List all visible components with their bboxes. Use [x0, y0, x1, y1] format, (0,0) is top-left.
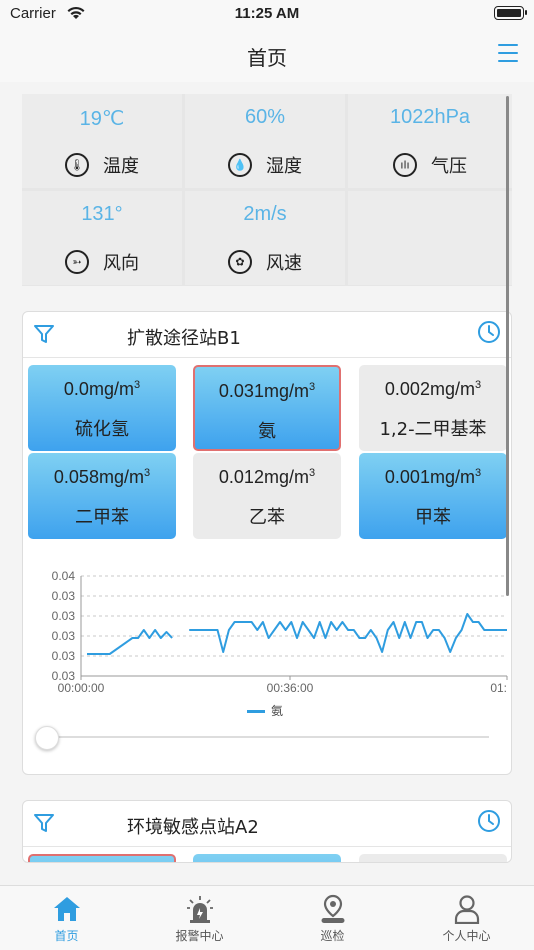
- wind-speed-label: 风速: [266, 253, 302, 274]
- station-card-header: 环境敏感点站A2: [23, 801, 511, 847]
- temperature-label: 温度: [103, 156, 139, 177]
- clock-time: 11:25 AM: [234, 5, 300, 22]
- reading-name: 二甲苯: [75, 507, 129, 528]
- tab-profile[interactable]: 个人中心: [400, 886, 533, 950]
- weather-humidity: 60% 💧 湿度: [185, 94, 345, 188]
- reading-value: 0.0mg/m: [63, 379, 134, 399]
- reading-name: 乙苯: [249, 507, 285, 528]
- clock-icon[interactable]: [477, 320, 501, 344]
- station-card-a2: 环境敏感点站A2: [22, 800, 512, 863]
- hamburger-menu-icon[interactable]: [498, 44, 518, 62]
- wind-direction-value: 131°: [81, 203, 123, 225]
- tab-label: 报警中心: [175, 929, 224, 943]
- reading-tile-ammonia[interactable]: 0.031mg/m3 氨: [193, 365, 341, 451]
- station-name: 环境敏感点站A2: [127, 817, 259, 838]
- temperature-value: 19℃: [79, 108, 125, 130]
- reading-name: 1,2-二甲基苯: [379, 419, 487, 440]
- status-bar: Carrier 11:25 AM: [0, 0, 534, 28]
- battery-icon: [494, 6, 527, 20]
- wind-direction-icon: ➳: [65, 250, 89, 274]
- y-tick-label: 0.03: [52, 589, 76, 603]
- tab-label: 首页: [54, 929, 79, 943]
- wind-speed-value: 2m/s: [243, 203, 287, 225]
- weather-wind-direction: 131° ➳ 风向: [22, 191, 182, 285]
- reading-value: 0.058mg/m: [53, 467, 144, 487]
- humidity-label: 湿度: [266, 156, 302, 177]
- weather-temperature: 19℃ 🌡 温度: [22, 94, 182, 188]
- reading-tile-dimethylbenzene[interactable]: 0.002mg/m3 1,2-二甲基苯: [359, 365, 507, 451]
- reading-value: 0.012mg/m: [218, 467, 309, 487]
- x-tick-label: 00:36:00: [267, 681, 314, 695]
- reading-tile-partial[interactable]: [28, 854, 176, 862]
- reading-value: 0.002mg/m: [384, 379, 475, 399]
- page-title: 首页: [247, 46, 287, 70]
- nav-bar: 首页: [0, 28, 534, 82]
- wind-direction-label: 风向: [103, 253, 139, 274]
- weather-panel: 19℃ 🌡 温度 60% 💧 湿度 1022hPa ılı 气压 131° ➳ 风向 2…: [22, 94, 512, 286]
- droplet-icon: 💧: [228, 153, 252, 177]
- y-tick-label: 0.03: [52, 649, 76, 663]
- station-card-header: 扩散途径站B1: [23, 312, 511, 358]
- thermometer-icon: 🌡: [65, 153, 89, 177]
- location-pin-icon: [321, 894, 344, 923]
- reading-name: 氨: [258, 421, 276, 442]
- tab-bar: 首页 报警中心 巡检 个人中心: [0, 885, 534, 950]
- legend-label: 氨: [271, 704, 284, 718]
- alarm-light-icon: [186, 896, 213, 923]
- tab-label: 巡检: [320, 929, 345, 943]
- weather-pressure: 1022hPa ılı 气压: [348, 94, 512, 188]
- tab-alarm-center[interactable]: 报警中心: [133, 886, 266, 950]
- weather-wind-speed: 2m/s ✿ 风速: [185, 191, 345, 285]
- reading-tile-xylene[interactable]: 0.058mg/m3 二甲苯: [28, 453, 176, 539]
- series-line-ammonia: [87, 613, 507, 655]
- pressure-label: 气压: [431, 156, 467, 177]
- time-slider-track[interactable]: [47, 736, 489, 738]
- app-root: Carrier 11:25 AM 首页 19℃ 🌡 温度 60% 💧 湿度 1022…: [0, 0, 534, 950]
- scrollbar[interactable]: [506, 96, 509, 596]
- pressure-value: 1022hPa: [389, 106, 471, 128]
- time-slider-thumb[interactable]: [35, 726, 59, 750]
- tab-label: 个人中心: [442, 929, 491, 943]
- station-name: 扩散途径站B1: [127, 328, 241, 349]
- weather-empty-cell: [348, 191, 512, 285]
- station-card-b1: 扩散途径站B1 0.0mg/m3 硫化氢 0.031mg/m3 氨 0.002m…: [22, 311, 512, 775]
- x-tick-label: 01:: [490, 681, 507, 695]
- person-icon: [454, 895, 479, 924]
- x-tick-label: 00:00:00: [58, 681, 105, 695]
- reading-value: 0.001mg/m: [384, 467, 475, 487]
- legend-swatch: [247, 710, 265, 713]
- wind-speed-icon: ✿: [228, 250, 252, 274]
- filter-icon[interactable]: [33, 812, 55, 834]
- y-tick-label: 0.04: [52, 569, 76, 583]
- humidity-value: 60%: [244, 106, 286, 128]
- reading-name: 甲苯: [415, 507, 451, 528]
- concentration-line-chart: 0.040.030.030.030.030.0300:00:00 00:36:00…: [52, 569, 508, 695]
- pressure-icon: ılı: [393, 153, 417, 177]
- reading-value: 0.031mg/m: [218, 381, 309, 401]
- tab-patrol[interactable]: 巡检: [266, 886, 399, 950]
- reading-tile-h2s[interactable]: 0.0mg/m3 硫化氢: [28, 365, 176, 451]
- filter-icon[interactable]: [33, 323, 55, 345]
- clock-icon[interactable]: [477, 809, 501, 833]
- reading-tile-partial[interactable]: [359, 854, 507, 862]
- home-icon: [53, 897, 80, 921]
- reading-tile-toluene[interactable]: 0.001mg/m3 甲苯: [359, 453, 507, 539]
- reading-name: 硫化氢: [75, 419, 129, 440]
- y-tick-label: 0.03: [52, 609, 76, 623]
- reading-tile-partial[interactable]: [193, 854, 341, 862]
- tab-home[interactable]: 首页: [0, 886, 133, 950]
- y-tick-label: 0.03: [52, 629, 76, 643]
- reading-tile-ethylbenzene[interactable]: 0.012mg/m3 乙苯: [193, 453, 341, 539]
